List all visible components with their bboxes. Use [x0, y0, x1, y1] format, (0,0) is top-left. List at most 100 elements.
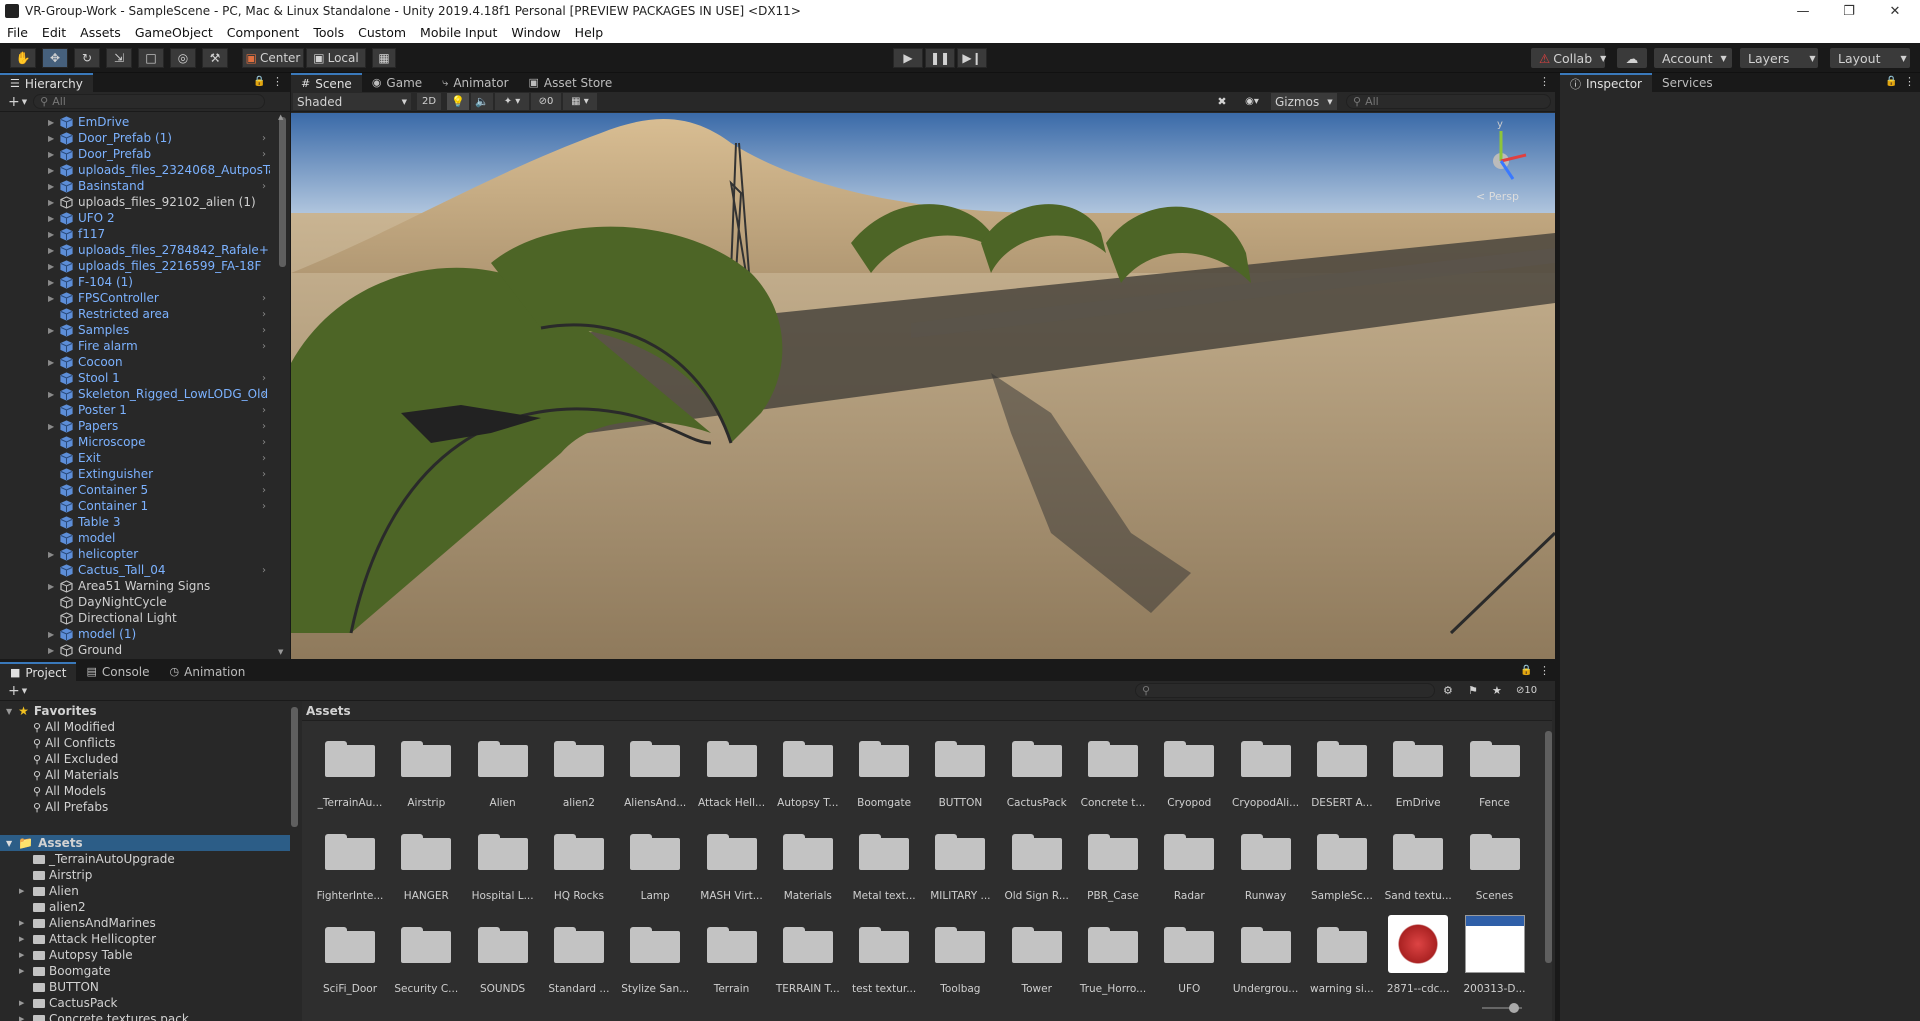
camera-dropdown-icon[interactable]: ◉▾	[1237, 93, 1267, 110]
asset-grid-item[interactable]: Alien	[472, 739, 534, 809]
tree-scrollbar[interactable]	[291, 707, 298, 827]
hierarchy-item[interactable]: Fire alarm ›	[0, 338, 270, 354]
chevron-down-icon[interactable]: ▼	[22, 98, 27, 106]
chevron-right-icon[interactable]: ▶	[48, 166, 54, 175]
menu-edit[interactable]: Edit	[35, 25, 73, 40]
chevron-right-icon[interactable]: ▶	[48, 358, 54, 367]
asset-grid-item[interactable]: Stylize San...	[621, 925, 689, 995]
asset-grid-item[interactable]: EmDrive	[1387, 739, 1449, 809]
scene-viewport[interactable]: y < Persp	[291, 113, 1555, 659]
chevron-right-icon[interactable]: ›	[262, 453, 266, 464]
kebab-menu-icon[interactable]: ⋮	[1539, 664, 1550, 677]
hierarchy-item[interactable]: ▶ Door_Prefab ›	[0, 146, 270, 162]
create-plus-icon[interactable]: +	[8, 94, 20, 110]
hierarchy-item[interactable]: model	[0, 530, 270, 546]
asset-folder-item[interactable]: ▶ Autopsy Table	[0, 947, 133, 963]
hierarchy-item[interactable]: ▶ Ground	[0, 642, 270, 658]
asset-grid-item[interactable]: Old Sign R...	[1005, 832, 1069, 902]
asset-grid-item[interactable]: MILITARY ...	[929, 832, 991, 902]
asset-folder-item[interactable]: Airstrip	[0, 867, 92, 883]
chevron-right-icon[interactable]: ▶	[48, 294, 54, 303]
hand-tool-icon[interactable]: ✋	[10, 48, 36, 68]
hierarchy-item[interactable]: ▶ uploads_files_2324068_AutposTabl	[0, 162, 270, 178]
asset-folder-item[interactable]: ▶ AliensAndMarines	[0, 915, 156, 931]
asset-grid-item[interactable]: Lamp	[624, 832, 686, 902]
asset-grid-item[interactable]: Scenes	[1464, 832, 1526, 902]
menu-tools[interactable]: Tools	[306, 25, 351, 40]
chevron-right-icon[interactable]: ▶	[48, 390, 54, 399]
asset-grid-item[interactable]: UFO	[1158, 925, 1220, 995]
favorite-item[interactable]: ⚲ All Modified	[0, 719, 115, 735]
asset-grid-item[interactable]: warning si...	[1310, 925, 1374, 995]
pivot-center-toggle[interactable]: ▣ Center	[242, 48, 304, 68]
asset-grid-item[interactable]: Radar	[1158, 832, 1220, 902]
menu-file[interactable]: File	[0, 25, 35, 40]
asset-grid-item[interactable]: HQ Rocks	[548, 832, 610, 902]
menu-mobile-input[interactable]: Mobile Input	[413, 25, 504, 40]
hierarchy-item[interactable]: ▶ Basinstand ›	[0, 178, 270, 194]
menu-window[interactable]: Window	[504, 25, 567, 40]
favorite-item[interactable]: ⚲ All Conflicts	[0, 735, 116, 751]
asset-grid-item[interactable]: Materials	[777, 832, 839, 902]
hierarchy-item[interactable]: ▶ Samples ›	[0, 322, 270, 338]
chevron-down-icon[interactable]: ▼	[22, 687, 27, 695]
hierarchy-item[interactable]: ▶ UFO 2	[0, 210, 270, 226]
asset-grid-item[interactable]: PBR_Case	[1082, 832, 1144, 902]
hierarchy-item[interactable]: ▶ F-104 (1)	[0, 274, 270, 290]
lock-icon[interactable]: 🔒	[253, 76, 265, 87]
asset-grid-item[interactable]: Fence	[1464, 739, 1526, 809]
asset-grid-item[interactable]: Autopsy T...	[777, 739, 839, 809]
hierarchy-item[interactable]: Poster 1 ›	[0, 402, 270, 418]
collab-dropdown[interactable]: ⚠ Collab ▼	[1531, 48, 1606, 68]
maximize-button[interactable]: ❐	[1826, 0, 1872, 22]
hierarchy-item[interactable]: Restricted area ›	[0, 306, 270, 322]
asset-grid-item[interactable]: SOUNDS	[472, 925, 534, 995]
asset-folder-item[interactable]: ▶ Alien	[0, 883, 79, 899]
hierarchy-item[interactable]: Extinguisher ›	[0, 466, 270, 482]
lock-icon[interactable]: 🔒	[1520, 665, 1532, 676]
create-plus-icon[interactable]: +	[8, 683, 20, 699]
gizmos-dropdown[interactable]: Gizmos ▼	[1271, 93, 1337, 110]
kebab-menu-icon[interactable]: ⋮	[1539, 75, 1550, 88]
hierarchy-item[interactable]: Table 3	[0, 514, 270, 530]
chevron-right-icon[interactable]: ▶	[48, 646, 54, 655]
chevron-right-icon[interactable]: ›	[262, 149, 266, 160]
lighting-toggle-icon[interactable]: 💡	[447, 93, 469, 110]
chevron-right-icon[interactable]: ▶	[48, 214, 54, 223]
asset-grid-item[interactable]: 200313-D...	[1464, 915, 1526, 995]
asset-grid-item[interactable]: Sand textu...	[1385, 832, 1452, 902]
asset-grid-item[interactable]: AliensAnd...	[624, 739, 686, 809]
chevron-right-icon[interactable]: ›	[262, 389, 266, 400]
menu-help[interactable]: Help	[568, 25, 611, 40]
chevron-right-icon[interactable]: ▶	[48, 198, 54, 207]
chevron-right-icon[interactable]: ▶	[48, 230, 54, 239]
chevron-right-icon[interactable]: ›	[262, 405, 266, 416]
filter-by-label-icon[interactable]: ⚑	[1468, 684, 1478, 697]
asset-grid-item[interactable]: alien2	[548, 739, 610, 809]
hierarchy-item[interactable]: ▶ Papers ›	[0, 418, 270, 434]
scroll-down-icon[interactable]: ▼	[278, 648, 283, 656]
rect-tool-icon[interactable]: □	[138, 48, 164, 68]
favorite-item[interactable]: ⚲ All Prefabs	[0, 799, 108, 815]
chevron-right-icon[interactable]: ›	[262, 309, 266, 320]
menu-gameobject[interactable]: GameObject	[128, 25, 220, 40]
perspective-label[interactable]: < Persp	[1476, 190, 1519, 203]
hierarchy-item[interactable]: Microscope ›	[0, 434, 270, 450]
asset-grid-item[interactable]: test textur...	[852, 925, 916, 995]
hierarchy-item[interactable]: ▶ Door_Prefab (1) ›	[0, 130, 270, 146]
tab-scene[interactable]: # Scene	[291, 73, 362, 92]
hidden-packages-toggle[interactable]: ⊘ 10	[1516, 685, 1537, 696]
asset-grid-item[interactable]: True_Horro...	[1080, 925, 1146, 995]
chevron-right-icon[interactable]: ▶	[48, 550, 54, 559]
tab-animator[interactable]: ⤷ Animator	[432, 73, 518, 92]
asset-folder-item[interactable]: BUTTON	[0, 979, 99, 995]
hidden-objects-toggle[interactable]: ⊘ 0	[531, 93, 561, 110]
chevron-right-icon[interactable]: ▶	[19, 935, 29, 943]
asset-grid-item[interactable]: SciFi_Door	[319, 925, 381, 995]
filter-by-type-icon[interactable]: ⚙	[1443, 684, 1453, 697]
asset-grid-item[interactable]: Hospital L...	[472, 832, 534, 902]
asset-grid-item[interactable]: CryopodAli...	[1232, 739, 1299, 809]
hierarchy-item[interactable]: ▶ Cocoon	[0, 354, 270, 370]
asset-grid-item[interactable]: Undergrou...	[1233, 925, 1298, 995]
tab-inspector[interactable]: ⓘ Inspector	[1560, 73, 1652, 92]
